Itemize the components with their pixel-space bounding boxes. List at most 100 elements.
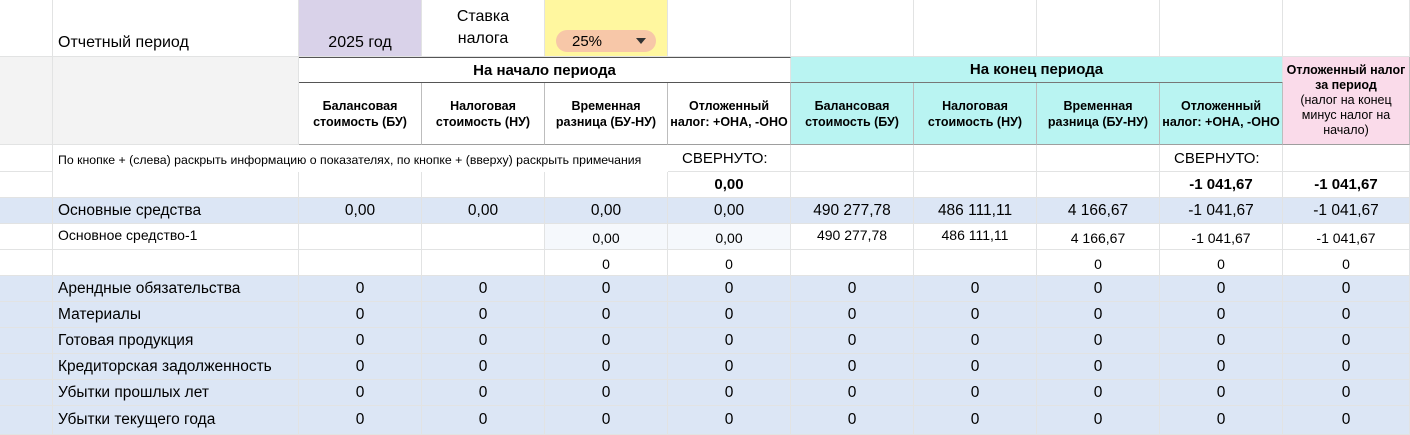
cell-end-dt[interactable]: 0 xyxy=(1160,406,1283,435)
cell-start-tv[interactable] xyxy=(422,250,545,276)
cell-start-tv[interactable]: 0,00 xyxy=(422,198,545,224)
row-label[interactable]: Арендные обязательства xyxy=(53,276,299,302)
cell-end-diff[interactable]: 4 166,67 xyxy=(1037,198,1160,224)
cell-start-diff[interactable]: 0 xyxy=(545,354,668,380)
tax-rate-cell[interactable]: 25% xyxy=(545,0,668,57)
row-label[interactable]: Убытки прошлых лет xyxy=(53,380,299,406)
cell-end-diff[interactable]: 0 xyxy=(1037,354,1160,380)
cell-end-bv[interactable]: 0 xyxy=(791,406,914,435)
row-label[interactable] xyxy=(53,250,299,276)
period-value-cell[interactable]: 2025 год xyxy=(299,0,422,57)
cell-end-bv[interactable]: 490 277,78 xyxy=(791,198,914,224)
cell-end-dt[interactable]: 0 xyxy=(1160,250,1283,276)
cell-start-tv[interactable]: 0 xyxy=(422,354,545,380)
cell-end-tv[interactable]: 0 xyxy=(914,328,1037,354)
cell-end-diff[interactable]: 4 166,67 xyxy=(1037,224,1160,250)
cell-end-bv[interactable]: 0 xyxy=(791,380,914,406)
cell-end-tv[interactable]: 0 xyxy=(914,380,1037,406)
row-label[interactable]: Материалы xyxy=(53,302,299,328)
cell-start-dt[interactable]: 0 xyxy=(668,354,791,380)
cell-end-diff[interactable]: 0 xyxy=(1037,380,1160,406)
cell-end-bv[interactable] xyxy=(791,250,914,276)
cell-start-bv[interactable]: 0 xyxy=(299,328,422,354)
cell-start-tv[interactable]: 0 xyxy=(422,302,545,328)
cell-end-tv[interactable]: 0 xyxy=(914,276,1037,302)
empty-cell xyxy=(914,172,1037,198)
cell-end-bv[interactable]: 490 277,78 xyxy=(791,224,914,250)
cell-start-tv[interactable]: 0 xyxy=(422,276,545,302)
cell-start-dt[interactable]: 0 xyxy=(668,328,791,354)
cell-start-diff[interactable]: 0,00 xyxy=(545,198,668,224)
cell-start-tv[interactable]: 0 xyxy=(422,328,545,354)
cell-end-dt[interactable]: 0 xyxy=(1160,302,1283,328)
empty-cell xyxy=(668,0,791,57)
cell-end-bv[interactable]: 0 xyxy=(791,328,914,354)
cell-start-tv[interactable] xyxy=(422,224,545,250)
tax-rate-label-line2: налога xyxy=(457,30,509,47)
cell-start-dt[interactable]: 0 xyxy=(668,250,791,276)
row-label[interactable]: Кредиторская задолженность xyxy=(53,354,299,380)
cell-start-dt[interactable]: 0 xyxy=(668,302,791,328)
cell-start-bv[interactable]: 0 xyxy=(299,302,422,328)
cell-start-bv[interactable]: 0 xyxy=(299,406,422,435)
cell-start-dt[interactable]: 0,00 xyxy=(668,224,791,250)
cell-start-bv[interactable]: 0,00 xyxy=(299,198,422,224)
cell-start-dt[interactable]: 0,00 xyxy=(668,198,791,224)
cell-start-dt[interactable]: 0 xyxy=(668,276,791,302)
cell-start-tv[interactable]: 0 xyxy=(422,380,545,406)
cell-start-tv[interactable]: 0 xyxy=(422,406,545,435)
cell-end-tv[interactable]: 0 xyxy=(914,406,1037,435)
cell-start-diff[interactable]: 0 xyxy=(545,276,668,302)
cell-end-diff[interactable]: 0 xyxy=(1037,250,1160,276)
cell-end-tv[interactable]: 0 xyxy=(914,302,1037,328)
cell-start-diff[interactable]: 0 xyxy=(545,250,668,276)
cell-start-bv[interactable] xyxy=(299,250,422,276)
cell-period-tax[interactable]: 0 xyxy=(1283,302,1410,328)
cell-start-diff[interactable]: 0 xyxy=(545,406,668,435)
cell-end-diff[interactable]: 0 xyxy=(1037,328,1160,354)
cell-period-tax[interactable]: 0 xyxy=(1283,354,1410,380)
cell-start-diff[interactable]: 0 xyxy=(545,380,668,406)
total-period-tax[interactable]: -1 041,67 xyxy=(1283,172,1410,198)
cell-start-bv[interactable]: 0 xyxy=(299,380,422,406)
cell-start-diff[interactable]: 0 xyxy=(545,328,668,354)
cell-period-tax[interactable]: -1 041,67 xyxy=(1283,198,1410,224)
cell-period-tax[interactable]: 0 xyxy=(1283,328,1410,354)
cell-start-bv[interactable] xyxy=(299,224,422,250)
cell-end-tv[interactable]: 486 111,11 xyxy=(914,198,1037,224)
cell-period-tax[interactable]: 0 xyxy=(1283,406,1410,435)
row-label[interactable]: Основные средства xyxy=(53,198,299,224)
cell-start-diff[interactable]: 0,00 xyxy=(545,224,668,250)
cell-start-bv[interactable]: 0 xyxy=(299,276,422,302)
cell-period-tax[interactable]: 0 xyxy=(1283,380,1410,406)
cell-start-dt[interactable]: 0 xyxy=(668,380,791,406)
cell-start-bv[interactable]: 0 xyxy=(299,354,422,380)
chevron-down-icon[interactable] xyxy=(636,38,646,44)
cell-end-diff[interactable]: 0 xyxy=(1037,276,1160,302)
cell-end-diff[interactable]: 0 xyxy=(1037,406,1160,435)
cell-end-tv[interactable] xyxy=(914,250,1037,276)
cell-period-tax[interactable]: 0 xyxy=(1283,276,1410,302)
row-label[interactable]: Готовая продукция xyxy=(53,328,299,354)
cell-end-dt[interactable]: 0 xyxy=(1160,354,1283,380)
cell-end-dt[interactable]: 0 xyxy=(1160,328,1283,354)
total-start-deferred-tax[interactable]: 0,00 xyxy=(668,172,791,198)
cell-period-tax[interactable]: -1 041,67 xyxy=(1283,224,1410,250)
cell-start-diff[interactable]: 0 xyxy=(545,302,668,328)
cell-end-dt[interactable]: 0 xyxy=(1160,380,1283,406)
row-label[interactable]: Убытки текущего года xyxy=(53,406,299,435)
row-label[interactable]: Основное средство-1 xyxy=(53,224,299,250)
cell-end-tv[interactable]: 0 xyxy=(914,354,1037,380)
cell-end-bv[interactable]: 0 xyxy=(791,354,914,380)
cell-end-tv[interactable]: 486 111,11 xyxy=(914,224,1037,250)
total-end-deferred-tax[interactable]: -1 041,67 xyxy=(1160,172,1283,198)
cell-end-dt[interactable]: -1 041,67 xyxy=(1160,198,1283,224)
cell-period-tax[interactable]: 0 xyxy=(1283,250,1410,276)
cell-end-bv[interactable]: 0 xyxy=(791,276,914,302)
cell-end-bv[interactable]: 0 xyxy=(791,302,914,328)
tax-rate-dropdown[interactable]: 25% xyxy=(556,30,656,52)
cell-start-dt[interactable]: 0 xyxy=(668,406,791,435)
cell-end-diff[interactable]: 0 xyxy=(1037,302,1160,328)
cell-end-dt[interactable]: 0 xyxy=(1160,276,1283,302)
cell-end-dt[interactable]: -1 041,67 xyxy=(1160,224,1283,250)
